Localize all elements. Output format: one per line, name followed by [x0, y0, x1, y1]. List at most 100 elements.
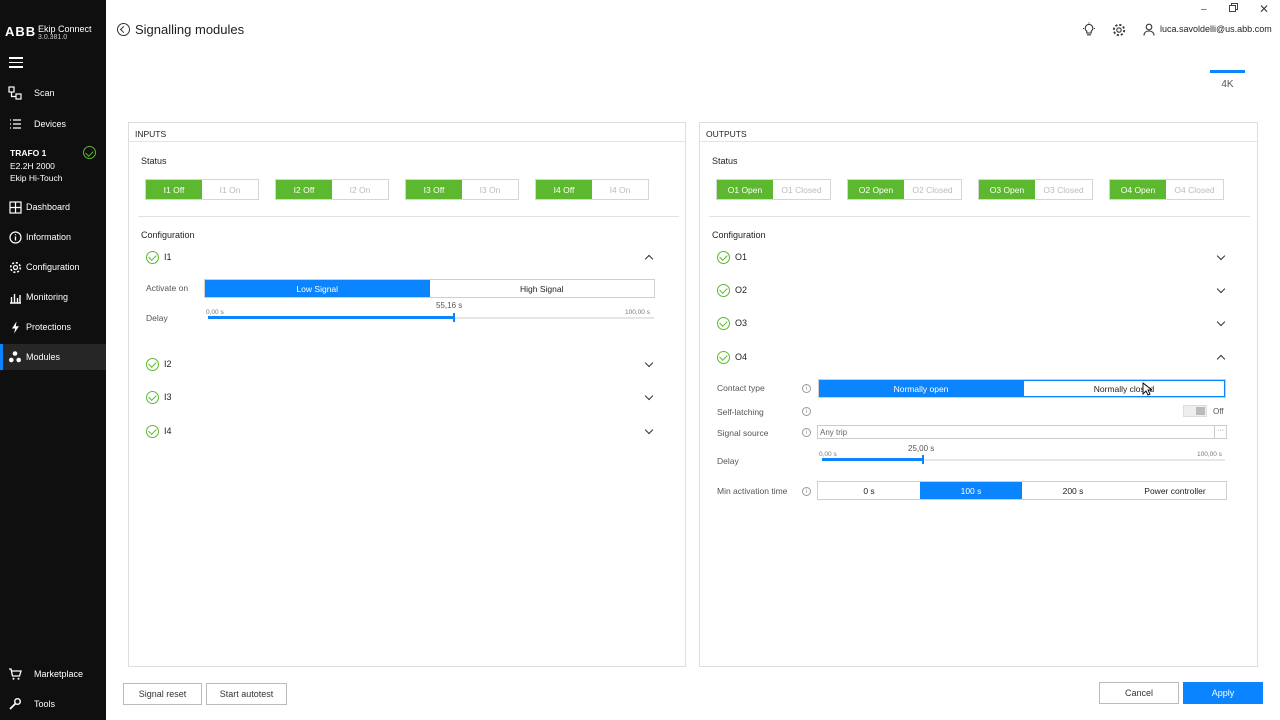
accordion-o4[interactable]: O4: [717, 350, 747, 364]
sidebar-item-scan[interactable]: Scan: [0, 80, 106, 106]
sidebar-item-configuration[interactable]: Configuration: [0, 254, 106, 280]
sidebar-item-devices[interactable]: Devices: [0, 111, 106, 137]
normally-closed-option[interactable]: Normally closed: [1023, 380, 1225, 397]
o4-status-toggle[interactable]: O4 Open O4 Closed: [1109, 179, 1224, 200]
min-activation-option-100s[interactable]: 100 s: [920, 482, 1022, 499]
contact-type-toggle[interactable]: Normally open Normally closed: [818, 379, 1226, 398]
o2-status-toggle[interactable]: O2 Open O2 Closed: [847, 179, 962, 200]
o2-closed-option[interactable]: O2 Closed: [904, 180, 961, 199]
i1-on-option[interactable]: I1 On: [202, 180, 258, 199]
i3-off-option[interactable]: I3 Off: [406, 180, 462, 199]
accordion-i3[interactable]: I3: [146, 390, 172, 404]
high-signal-option[interactable]: High Signal: [430, 280, 655, 297]
i4-status-toggle[interactable]: I4 Off I4 On: [535, 179, 649, 200]
o1-open-option[interactable]: O1 Open: [717, 180, 773, 199]
o4-open-option[interactable]: O4 Open: [1110, 180, 1166, 199]
accordion-o3[interactable]: O3: [717, 316, 747, 330]
min-activation-option-0s[interactable]: 0 s: [818, 482, 920, 499]
close-window-icon[interactable]: ✕: [1259, 2, 1269, 16]
user-email[interactable]: luca.savoldelli@us.abb.com: [1160, 24, 1272, 34]
apply-button[interactable]: Apply: [1183, 682, 1263, 704]
self-latching-value: Off: [1213, 407, 1224, 416]
i1-status-toggle[interactable]: I1 Off I1 On: [145, 179, 259, 200]
hamburger-menu-icon[interactable]: [9, 57, 23, 68]
o3-closed-option[interactable]: O3 Closed: [1035, 180, 1092, 199]
activate-on-toggle[interactable]: Low Signal High Signal: [204, 279, 655, 298]
i2-on-option[interactable]: I2 On: [332, 180, 388, 199]
device-model: E2.2H 2000: [10, 160, 55, 171]
cancel-button[interactable]: Cancel: [1099, 682, 1179, 704]
accordion-i2[interactable]: I2: [146, 357, 172, 371]
info-icon[interactable]: i: [802, 407, 811, 416]
restore-window-icon[interactable]: [1229, 3, 1238, 15]
info-icon[interactable]: i: [802, 487, 811, 496]
app-version: 3.0.381.0: [38, 34, 68, 41]
i2-off-option[interactable]: I2 Off: [276, 180, 332, 199]
self-latching-switch[interactable]: [1183, 405, 1207, 417]
sidebar-item-label: Protections: [26, 322, 72, 332]
sidebar-item-label: Modules: [26, 352, 61, 362]
accordion-o1[interactable]: O1: [717, 250, 747, 264]
low-signal-option[interactable]: Low Signal: [205, 280, 430, 297]
o4-delay-slider[interactable]: [822, 453, 1225, 467]
accordion-o2[interactable]: O2: [717, 283, 747, 297]
sidebar-item-marketplace[interactable]: Marketplace: [0, 661, 106, 687]
sidebar-item-label: Devices: [34, 119, 67, 129]
lightbulb-icon[interactable]: [1081, 22, 1097, 38]
o3-open-option[interactable]: O3 Open: [979, 180, 1035, 199]
accordion-i4[interactable]: I4: [146, 424, 172, 438]
dashboard-icon: [8, 200, 22, 214]
minimize-window-icon[interactable]: –: [1201, 4, 1207, 15]
sidebar-item-label: Monitoring: [26, 292, 69, 302]
signal-source-label: Signal source: [717, 428, 769, 438]
normally-open-option[interactable]: Normally open: [819, 380, 1023, 397]
back-arrow-icon[interactable]: [117, 23, 130, 36]
sidebar-item-dashboard[interactable]: Dashboard: [0, 194, 106, 220]
more-options-icon[interactable]: ···: [1214, 426, 1226, 438]
scan-icon: [8, 86, 22, 100]
i3-status-toggle[interactable]: I3 Off I3 On: [405, 179, 519, 200]
min-activation-option-power-controller[interactable]: Power controller: [1124, 482, 1226, 499]
tab-4k[interactable]: 4K: [1210, 70, 1245, 90]
min-activation-option-200s[interactable]: 200 s: [1022, 482, 1124, 499]
o4-closed-option[interactable]: O4 Closed: [1166, 180, 1223, 199]
o1-status-toggle[interactable]: O1 Open O1 Closed: [716, 179, 831, 200]
inputs-panel: INPUTS: [128, 122, 686, 667]
i2-status-toggle[interactable]: I2 Off I2 On: [275, 179, 389, 200]
signal-source-field[interactable]: Any trip ···: [817, 425, 1227, 439]
signal-reset-button[interactable]: Signal reset: [123, 683, 202, 705]
sidebar-item-monitoring[interactable]: Monitoring: [0, 284, 106, 310]
sidebar-item-modules[interactable]: Modules: [0, 344, 106, 370]
connected-check-icon: [83, 146, 96, 159]
info-icon[interactable]: i: [802, 384, 811, 393]
accordion-i1[interactable]: I1: [146, 250, 172, 264]
settings-gear-icon[interactable]: [1111, 22, 1127, 38]
o3-status-toggle[interactable]: O3 Open O3 Closed: [978, 179, 1093, 200]
o1-closed-option[interactable]: O1 Closed: [773, 180, 830, 199]
device-info[interactable]: TRAFO 1 E2.2H 2000 Ekip Hi-Touch: [10, 147, 62, 185]
slider-thumb[interactable]: [921, 455, 924, 464]
i1-delay-slider[interactable]: [208, 311, 654, 325]
info-icon[interactable]: i: [802, 428, 811, 437]
i4-on-option[interactable]: I4 On: [592, 180, 648, 199]
modules-icon: [8, 350, 22, 364]
i1-off-option[interactable]: I1 Off: [146, 180, 202, 199]
check-circle-icon: [146, 250, 159, 264]
device-name: TRAFO 1: [10, 148, 47, 158]
i4-off-option[interactable]: I4 Off: [536, 180, 592, 199]
start-autotest-button[interactable]: Start autotest: [206, 683, 287, 705]
slider-thumb[interactable]: [453, 313, 455, 322]
check-circle-icon: [717, 250, 730, 264]
sidebar-item-tools[interactable]: Tools: [0, 691, 106, 717]
o4-delay-label: Delay: [717, 456, 739, 466]
min-activation-time-label: Min activation time: [717, 486, 788, 496]
sidebar-item-protections[interactable]: Protections: [0, 314, 106, 340]
i3-on-option[interactable]: I3 On: [462, 180, 518, 199]
min-activation-time-selector[interactable]: 0 s 100 s 200 s Power controller: [817, 481, 1227, 500]
inputs-panel-title: INPUTS: [129, 123, 685, 142]
sidebar-item-information[interactable]: Information: [0, 224, 106, 250]
wrench-icon: [8, 697, 22, 711]
accordion-label: O1: [735, 252, 748, 262]
o2-open-option[interactable]: O2 Open: [848, 180, 904, 199]
app-window: ABB Ekip Connect 3.0.381.0 Scan Devices …: [0, 0, 1280, 720]
